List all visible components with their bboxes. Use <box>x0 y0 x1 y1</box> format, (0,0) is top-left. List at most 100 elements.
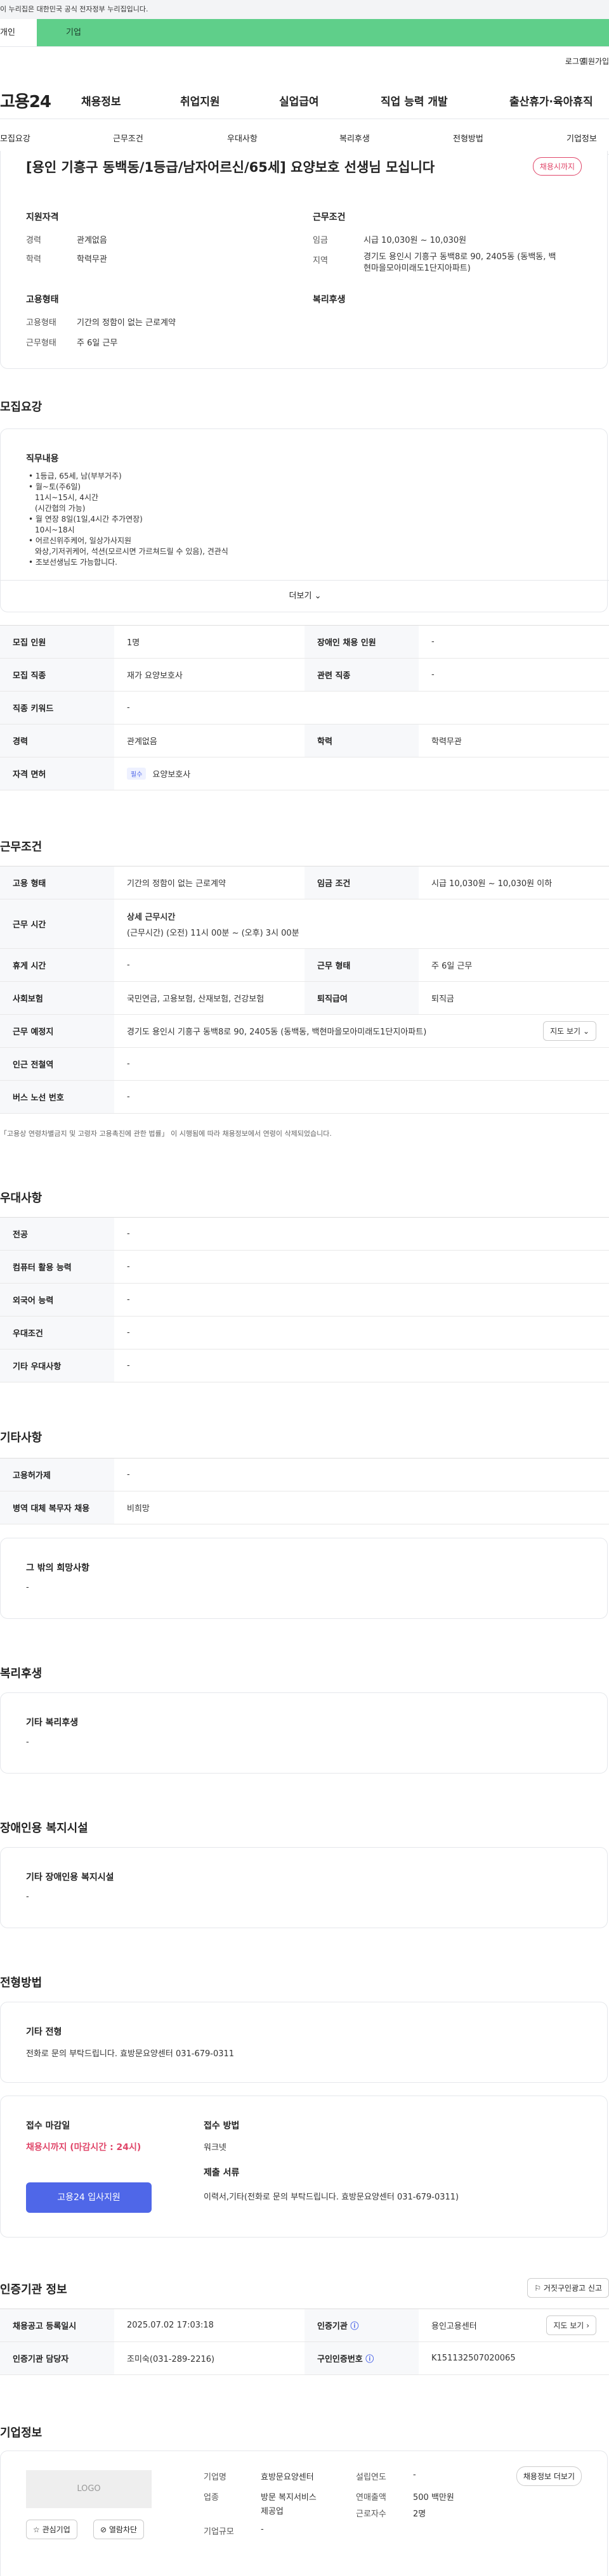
cert-table: 채용공고 등록일시 2025.07.02 17:03:18 인증기관 ⓘ 용인고용센터… <box>0 2309 609 2375</box>
company-logo: LOGO <box>26 2470 152 2508</box>
snb-company[interactable]: 기업정보 <box>566 132 597 144</box>
work-address: 경기도 용인시 기흥구 동백8로 90, 2405동 (동백동, 백현마을모아미… <box>127 1027 427 1037</box>
block-company-button[interactable]: ⊘ 열람차단 <box>93 2520 145 2539</box>
career-label: 경력 <box>26 236 41 245</box>
job-desc-line: 11시~15시, 4시간 <box>35 493 99 502</box>
method-sub: 기타 전형 <box>26 2027 62 2037</box>
pref-table: 전공 - 컴퓨터 활용 능력 - 외국어 능력 - 우대조건 - 기타 우대사항 - <box>0 1217 609 1382</box>
block-label: 열람차단 <box>108 2525 138 2534</box>
info-icon[interactable]: ⓘ <box>350 2319 358 2331</box>
cert-no-label: 구인인증번호 <box>317 2355 363 2364</box>
table-header: 외국어 능력 <box>0 1284 114 1316</box>
table-cell: 국민연금, 고용보험, 산재보험, 건강보험 <box>127 995 265 1004</box>
welfare-heading: 복리후생 <box>0 1667 43 1680</box>
deadline-label: 접수 마감일 <box>26 2121 70 2131</box>
snb-work[interactable]: 근무조건 <box>113 132 143 144</box>
method-card: 기타 전형 전화로 문의 부탁드립니다. 효방문요양센터 031-679-031… <box>0 2002 608 2083</box>
table-header: 구인인증번호 ⓘ <box>304 2342 419 2374</box>
table-cell: - <box>127 1262 130 1272</box>
wage-label: 임금 <box>313 236 328 245</box>
required-tag: 필수 <box>127 768 147 780</box>
table-header: 관련 직종 <box>304 659 419 691</box>
sales-value: 500 백만원 <box>413 2493 454 2502</box>
scale-value: - <box>261 2525 264 2534</box>
deadline-value: 채용시까지 (마감시간 : 24시) <box>26 2142 141 2153</box>
map-button[interactable]: 지도 보기 ⌄ <box>543 1021 596 1041</box>
found-label: 설립연도 <box>356 2473 386 2482</box>
industry-label: 업종 <box>204 2493 219 2502</box>
nav-parental-leave[interactable]: 출산휴가·육아휴직 <box>509 93 593 108</box>
more-button[interactable]: 더보기 ⌄ <box>1 580 609 612</box>
table-cell: - <box>431 637 435 647</box>
worktype-value: 주 6일 근무 <box>77 338 118 348</box>
tab-personal[interactable]: 개인 <box>0 19 37 46</box>
employees-value: 2명 <box>413 2509 426 2519</box>
table-header: 인증기관 담당자 <box>0 2342 114 2374</box>
company-jobs-button[interactable]: 채용정보 더보기 <box>516 2466 582 2486</box>
job-desc-text: • 1등급, 65세, 남(부부거주) • 월~토(주6일) 11시~15시, … <box>29 471 228 568</box>
cert-map-button[interactable]: 지도 보기 › <box>546 2315 596 2335</box>
other-table: 고용허가제 - 병역 대체 복무자 채용 비희망 <box>0 1458 609 1524</box>
top-bar: 로그인 회원가입 <box>0 47 609 82</box>
method-heading: 전형방법 <box>0 1976 43 1990</box>
table-cell: 상세 근무시간 (근무시간) (오전) 11시 00분 ~ (오후) 3시 00분 <box>114 899 609 948</box>
snb-method[interactable]: 전형방법 <box>453 132 483 144</box>
snb-welfare[interactable]: 복리후생 <box>339 132 370 144</box>
table-cell: - <box>127 1059 130 1069</box>
table-cell: 경기도 용인시 기흥구 동백8로 90, 2405동 (동백동, 백현마을모아미… <box>114 1015 609 1047</box>
main-nav: 고용24 채용정보 취업지원 실업급여 직업 능력 개발 출산휴가·육아휴직 <box>0 82 609 119</box>
fake-ad-report-button[interactable]: ⚐ 거짓구인광고 신고 <box>527 2278 609 2298</box>
nav-employment-support[interactable]: 취업지원 <box>180 93 220 108</box>
job-desc-line: • 월~토(주6일) <box>29 482 81 491</box>
nav-training[interactable]: 직업 능력 개발 <box>381 93 448 108</box>
site-logo[interactable]: 고용24 <box>0 89 51 112</box>
welfare-value: - <box>26 1737 29 1747</box>
job-desc-line: 와상,기저귀케어, 석션(모르시면 가르쳐드릴 수 있음), 견관식 <box>35 547 228 556</box>
table-cell: 시급 10,030원 ~ 10,030원 이하 <box>431 879 553 889</box>
scale-label: 기업규모 <box>204 2527 234 2537</box>
age-notice: 「고용상 연령차별금지 및 고령자 고용촉진에 관한 법률」 이 시행됨에 따라… <box>0 1130 332 1138</box>
table-cell: - <box>127 1470 130 1479</box>
block-icon: ⊘ <box>100 2525 107 2534</box>
table-header: 경력 <box>0 724 114 757</box>
join-link[interactable]: 회원가입 <box>581 56 609 67</box>
nav-unemployment[interactable]: 실업급여 <box>279 93 319 108</box>
table-cell: 기간의 정함이 없는 근로계약 <box>127 879 226 889</box>
snb-pref[interactable]: 우대사항 <box>227 132 258 144</box>
disab-value: - <box>26 1892 29 1902</box>
hope-card: 그 밖의 희망사항 - <box>0 1538 608 1619</box>
table-header: 근무 예정지 <box>0 1015 114 1047</box>
job-desc-line: • 1등급, 65세, 남(부부거주) <box>29 472 122 480</box>
wage-value: 시급 10,030원 ~ 10,030원 <box>363 236 467 245</box>
area-label: 지역 <box>313 256 328 266</box>
job-summary-card: [용인 기흥구 동백동/1등급/남자어르신/65세] 요양보호 선생님 모십니다… <box>0 151 608 369</box>
worktype-label: 근무형태 <box>26 338 56 348</box>
table-header: 장애인 채용 인원 <box>304 626 419 658</box>
table-header: 퇴직급여 <box>304 982 419 1014</box>
apply-button[interactable]: 고용24 입사지원 <box>26 2182 152 2213</box>
nav-jobs[interactable]: 채용정보 <box>81 93 121 108</box>
gov-banner-text: 이 누리집은 대한민국 공식 전자정부 누리집입니다. <box>0 5 148 13</box>
table-header: 모집 직종 <box>0 659 114 691</box>
job-desc-card: 직무내용 • 1등급, 65세, 남(부부거주) • 월~토(주6일) 11시~… <box>0 428 609 612</box>
table-header: 자격 면허 <box>0 757 114 790</box>
work-hours-value: (근무시간) (오전) 11시 00분 ~ (오후) 3시 00분 <box>127 928 299 938</box>
job-desc-line: • 어르신위주케어, 일상가사지원 <box>29 536 132 545</box>
job-title: [용인 기흥구 동백동/1등급/남자어르신/65세] 요양보호 선생님 모십니다 <box>26 160 435 175</box>
recruit-table: 모집 인원 1명 장애인 채용 인원 - 모집 직종 재가 요양보호사 관련 직종 - 직종… <box>0 625 609 790</box>
snb-recruit[interactable]: 모집요강 <box>0 132 30 144</box>
table-header: 임금 조건 <box>304 866 419 899</box>
table-header: 컴퓨터 활용 능력 <box>0 1251 114 1283</box>
fav-label: 관심기업 <box>42 2525 70 2534</box>
recruit-heading: 모집요강 <box>0 401 43 414</box>
fav-company-button[interactable]: ☆ 관심기업 <box>26 2520 77 2539</box>
industry-value-1: 방문 복지서비스 <box>261 2493 317 2502</box>
table-cell: 퇴직금 <box>431 995 454 1004</box>
sales-label: 연매출액 <box>356 2493 386 2502</box>
gov-banner: 이 누리집은 대한민국 공식 전자정부 누리집입니다. <box>0 0 609 19</box>
disab-heading: 장애인용 복지시설 <box>0 1822 88 1835</box>
tab-company[interactable]: 기업 <box>37 19 609 46</box>
info-icon[interactable]: ⓘ <box>365 2352 374 2364</box>
table-header: 전공 <box>0 1218 114 1250</box>
site-tabs: 개인 기업 <box>0 19 609 47</box>
